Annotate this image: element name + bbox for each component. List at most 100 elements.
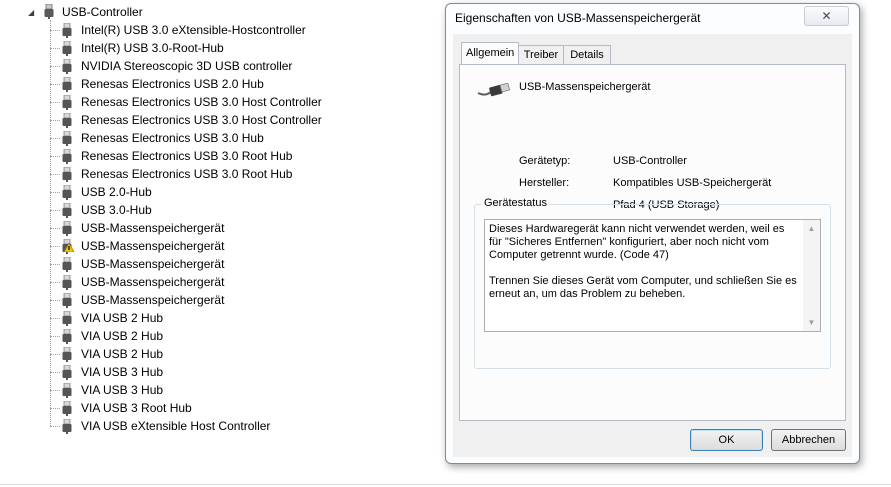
tree-item-label: Intel(R) USB 3.0-Root-Hub (81, 41, 224, 55)
tree-item-label: USB 3.0-Hub (81, 203, 152, 217)
tree-item-label: Renesas Electronics USB 2.0 Hub (81, 77, 264, 91)
tree-connector (50, 336, 60, 337)
usb-plug-icon (62, 185, 72, 200)
tree-item-label: VIA USB 3 Hub (81, 365, 164, 379)
tree-item-label: NVIDIA Stereoscopic 3D USB controller (81, 59, 293, 73)
usb-plug-icon (62, 77, 72, 92)
device-status-textbox[interactable]: Dieses Hardwaregerät kann nicht verwende… (484, 219, 821, 332)
tree-connector (50, 66, 60, 67)
tree-node-label: USB-Controller (62, 5, 143, 19)
tree-connector (50, 120, 60, 121)
usb-plug-icon (62, 23, 72, 38)
tree-connector (50, 138, 60, 139)
ok-button[interactable]: OK (690, 429, 763, 451)
tree-connector (50, 174, 60, 175)
tree-connector (50, 390, 60, 391)
device-status-title: Gerätestatus (481, 197, 550, 209)
tree-connector (50, 300, 60, 301)
tree-item-label: VIA USB 2 Hub (81, 347, 164, 361)
usb-plug-icon (62, 419, 72, 434)
usb-plug-icon (62, 113, 72, 128)
scroll-up-icon[interactable]: ▲ (803, 220, 820, 237)
tree-connector (50, 354, 60, 355)
usb-plug-icon (62, 365, 72, 380)
general-tab-panel: USB-Massenspeichergerät Gerätetyp: USB-C… (459, 64, 846, 421)
status-scrollbar[interactable]: ▲ ▼ (803, 220, 820, 331)
usb-plug-icon (62, 275, 72, 290)
device-status-group: Gerätestatus Dieses Hardwaregerät kann n… (474, 197, 831, 369)
usb-plug-icon (62, 329, 72, 344)
tree-item-label: VIA USB 3 Root Hub (81, 401, 192, 415)
dialog-client-area: Allgemein Treiber Details USB-Massenspei… (453, 34, 852, 457)
properties-dialog: Eigenschaften von USB-Massenspeichergerä… (445, 3, 860, 464)
device-type-value: USB-Controller (613, 155, 687, 167)
usb-cable-icon (476, 82, 511, 104)
tree-item-label: Intel(R) USB 3.0 eXtensible-Hostcontroll… (81, 23, 306, 37)
tree-connector (50, 192, 60, 193)
bottom-divider (0, 484, 891, 485)
scroll-down-icon[interactable]: ▼ (803, 314, 820, 331)
usb-plug-icon (62, 347, 72, 362)
tree-item-label: USB-Massenspeichergerät (81, 293, 225, 307)
usb-plug-icon (62, 383, 72, 398)
manufacturer-value: Kompatibles USB-Speichergerät (613, 177, 772, 189)
tree-item-label: Renesas Electronics USB 3.0 Hub (81, 131, 264, 145)
tree-connector (50, 102, 60, 103)
device-tree: ◢ USB-Controller Intel(R) USB 3.0 eXtens… (0, 0, 440, 487)
device-type-label: Gerätetyp: (519, 155, 571, 167)
tree-connector (50, 20, 51, 426)
tree-connector (50, 264, 60, 265)
tree-item-label: Renesas Electronics USB 3.0 Host Control… (81, 95, 322, 109)
close-button[interactable]: ✕ (804, 6, 849, 26)
tree-item-label: Renesas Electronics USB 3.0 Root Hub (81, 167, 293, 181)
tree-item-label: USB 2.0-Hub (81, 185, 152, 199)
usb-plug-icon (62, 311, 72, 326)
usb-plug-icon (62, 149, 72, 164)
tree-item-label: VIA USB 2 Hub (81, 329, 164, 343)
tab-treiber[interactable]: Treiber (517, 45, 565, 65)
usb-plug-icon (62, 167, 72, 182)
tree-item-label: VIA USB 2 Hub (81, 311, 164, 325)
tree-item-label: Renesas Electronics USB 3.0 Root Hub (81, 149, 293, 163)
usb-plug-icon (62, 293, 72, 308)
tab-details[interactable]: Details (563, 45, 611, 65)
dialog-title: Eigenschaften von USB-Massenspeichergerä… (455, 11, 701, 25)
tree-connector (50, 246, 60, 247)
collapse-triangle-icon[interactable]: ◢ (28, 8, 37, 17)
tree-connector (50, 426, 60, 427)
tree-connector (50, 408, 60, 409)
tree-item-label: USB-Massenspeichergerät (81, 221, 225, 235)
tree-connector (50, 48, 60, 49)
tree-connector (50, 318, 60, 319)
tree-connector (50, 228, 60, 229)
tab-allgemein[interactable]: Allgemein (461, 42, 519, 64)
tree-connector (50, 156, 60, 157)
usb-category-icon (43, 3, 55, 24)
usb-plug-icon (62, 95, 72, 110)
tree-item-label: VIA USB 3 Hub (81, 383, 164, 397)
tree-item-label: USB-Massenspeichergerät (81, 275, 225, 289)
manufacturer-label: Hersteller: (519, 177, 570, 189)
tree-connector (50, 372, 60, 373)
usb-plug-icon (62, 257, 72, 272)
warning-triangle-icon (64, 243, 74, 252)
tree-connector (50, 210, 60, 211)
tree-item-label: USB-Massenspeichergerät (81, 239, 225, 253)
usb-plug-icon (62, 41, 72, 56)
tree-node-usb-controller[interactable]: ◢ USB-Controller (28, 3, 143, 21)
tree-item-label: USB-Massenspeichergerät (81, 257, 225, 271)
usb-plug-icon (62, 203, 72, 218)
device-name: USB-Massenspeichergerät (519, 81, 651, 93)
device-status-text: Dieses Hardwaregerät kann nicht verwende… (489, 223, 797, 300)
tree-connector (50, 282, 60, 283)
usb-plug-icon (62, 221, 72, 236)
usb-plug-icon (62, 131, 72, 146)
usb-plug-icon (62, 59, 72, 74)
tree-item-label: Renesas Electronics USB 3.0 Host Control… (81, 113, 322, 127)
tree-item-label: VIA USB eXtensible Host Controller (81, 419, 271, 433)
tree-connector (50, 30, 60, 31)
tree-connector (50, 84, 60, 85)
usb-plug-icon (62, 401, 72, 416)
cancel-button[interactable]: Abbrechen (771, 429, 846, 451)
close-icon: ✕ (821, 9, 832, 23)
